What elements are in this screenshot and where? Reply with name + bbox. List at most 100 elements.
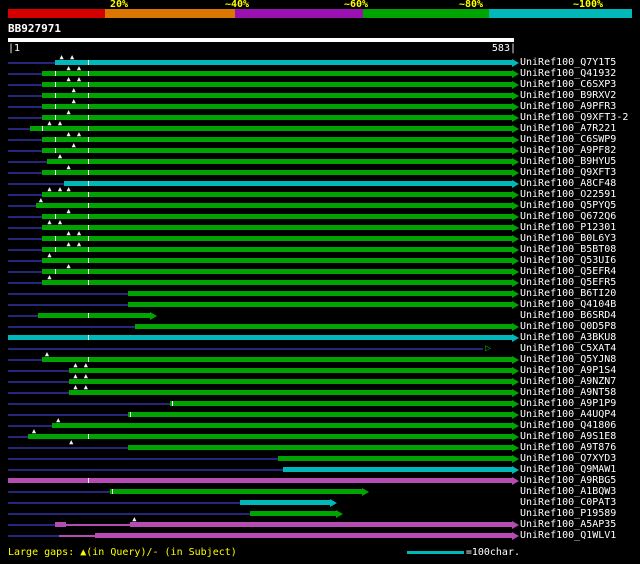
hit-label[interactable]: UniRef100_A9P1S4 [520, 366, 616, 376]
alignment-bar[interactable] [41, 93, 512, 98]
hit-label[interactable]: UniRef100_Q53UI6 [520, 256, 616, 266]
hit-label[interactable]: UniRef100_A1BQW3 [520, 487, 616, 497]
alignment-bar[interactable] [128, 302, 512, 307]
hit-label[interactable]: UniRef100_A9RBG5 [520, 476, 616, 486]
hit-label[interactable]: UniRef100_A3BKU8 [520, 333, 616, 343]
hit-label[interactable]: UniRef100_B9HYU5 [520, 157, 616, 167]
alignment-bar[interactable] [283, 467, 512, 472]
alignment-bar[interactable] [130, 522, 512, 527]
alignment-bar[interactable] [69, 368, 512, 373]
alignment-bar[interactable] [35, 203, 512, 208]
alignment-bar[interactable] [66, 523, 131, 526]
alignment-bar[interactable] [278, 456, 512, 461]
hit-label[interactable]: UniRef100_A9PFR3 [520, 102, 616, 112]
alignment-bar[interactable] [29, 126, 512, 131]
hit-label[interactable]: UniRef100_Q5EFR4 [520, 267, 616, 277]
alignment-bar[interactable] [41, 280, 512, 285]
hit-label[interactable]: UniRef100_A8CF48 [520, 179, 616, 189]
hit-label[interactable]: UniRef100_Q4104B [520, 300, 616, 310]
alignment-bar[interactable] [41, 214, 512, 219]
hit-label[interactable]: UniRef100_A7R221 [520, 124, 616, 134]
alignment-bar[interactable] [110, 489, 363, 494]
hit-label[interactable]: UniRef100_B5BT08 [520, 245, 616, 255]
hit-label[interactable]: UniRef100_C6SWP9 [520, 135, 616, 145]
alignment-bar[interactable] [69, 379, 512, 384]
hit-label[interactable]: UniRef100_Q5EFR5 [520, 278, 616, 288]
alignment-bar[interactable] [94, 533, 512, 538]
hit-label[interactable]: UniRef100_A9P1P9 [520, 399, 616, 409]
query-end-label: 583| [491, 43, 516, 54]
alignment-bar[interactable] [135, 324, 512, 329]
alignment-bar[interactable] [54, 522, 66, 527]
alignment-bar[interactable] [38, 313, 150, 318]
alignment-bar[interactable] [41, 104, 512, 109]
hit-label[interactable]: UniRef100_A9NZN7 [520, 377, 616, 387]
hit-label[interactable]: UniRef100_C0PAT3 [520, 498, 616, 508]
alignment-bar[interactable] [41, 269, 512, 274]
alignment-bar[interactable] [8, 478, 512, 483]
alignment-bar[interactable] [59, 534, 95, 537]
hit-label[interactable]: UniRef100_A5AP35 [520, 520, 616, 530]
hit-label[interactable]: UniRef100_C5XAT4 [520, 344, 616, 354]
alignment-bar[interactable] [27, 434, 512, 439]
hit-label[interactable]: UniRef100_C6SXP3 [520, 80, 616, 90]
alignment-bar[interactable] [54, 60, 512, 65]
hit-label[interactable]: UniRef100_Q0D5P8 [520, 322, 616, 332]
hit-label[interactable]: UniRef100_A9PF82 [520, 146, 616, 156]
hit-label[interactable]: UniRef100_P12301 [520, 223, 616, 233]
subject-flank-line [8, 270, 42, 273]
hit-row: UniRef100_Q4104B [0, 299, 640, 310]
hit-label[interactable]: UniRef100_P19589 [520, 509, 616, 519]
alignment-bar[interactable] [249, 511, 337, 516]
direction-arrow-icon [512, 355, 519, 364]
alignment-bar[interactable] [41, 225, 512, 230]
alignment-bar[interactable] [41, 170, 512, 175]
hit-label[interactable]: UniRef100_Q7XYD3 [520, 454, 616, 464]
hit-label[interactable]: UniRef100_B9RXV2 [520, 91, 616, 101]
alignment-bar[interactable] [41, 192, 512, 197]
alignment-bar[interactable] [69, 390, 512, 395]
alignment-bar[interactable] [41, 71, 512, 76]
alignment-bar[interactable] [41, 258, 512, 263]
alignment-bar[interactable] [41, 357, 512, 362]
direction-arrow-icon [512, 190, 519, 199]
hit-row: ▲ ▲ UniRef100_C6SWP9 [0, 131, 640, 145]
hit-label[interactable]: UniRef100_A9T876 [520, 443, 616, 453]
alignment-bar[interactable] [169, 401, 512, 406]
hit-label[interactable]: UniRef100_Q41806 [520, 421, 616, 431]
hit-label[interactable]: UniRef100_Q1WLV1 [520, 531, 616, 541]
hit-label[interactable]: UniRef100_B0L6Y3 [520, 234, 616, 244]
hit-label[interactable]: UniRef100_Q5PYQ5 [520, 201, 616, 211]
alignment-bar[interactable] [128, 291, 512, 296]
query-gap-marker: ▲ [76, 240, 82, 248]
hit-label[interactable]: UniRef100_A9NT58 [520, 388, 616, 398]
direction-arrow-icon [512, 91, 519, 100]
hit-label[interactable]: UniRef100_A9S1E8 [520, 432, 616, 442]
alignment-bar[interactable] [41, 148, 512, 153]
hit-label[interactable]: UniRef100_Q9XFT3 [520, 168, 616, 178]
alignment-bar[interactable] [41, 82, 512, 87]
hit-label[interactable]: UniRef100_Q7Y1T5 [520, 58, 616, 68]
hit-label[interactable]: UniRef100_Q5YJN8 [520, 355, 616, 365]
query-gap-marker: ▲ [66, 240, 71, 248]
alignment-bar[interactable] [41, 236, 512, 241]
alignment-bar[interactable] [46, 159, 512, 164]
hit-label[interactable]: UniRef100_A4UQP4 [520, 410, 616, 420]
alignment-bar[interactable] [128, 445, 512, 450]
alignment-bar[interactable] [41, 115, 512, 120]
hit-label[interactable]: UniRef100_Q41932 [520, 69, 616, 79]
alignment-bar[interactable] [64, 181, 512, 186]
alignment-bar[interactable] [8, 335, 512, 340]
alignment-bar[interactable] [41, 247, 512, 252]
alignment-bar[interactable] [240, 500, 331, 505]
hit-label[interactable]: UniRef100_O22591 [520, 190, 616, 200]
hit-row: UniRef100_B6SRD4 [0, 310, 640, 321]
alignment-bar[interactable] [41, 137, 512, 142]
hit-label[interactable]: UniRef100_B6TI20 [520, 289, 616, 299]
alignment-bar[interactable] [128, 412, 512, 417]
alignment-bar[interactable] [52, 423, 512, 428]
hit-label[interactable]: UniRef100_Q672Q6 [520, 212, 616, 222]
hit-label[interactable]: UniRef100_Q9MAW1 [520, 465, 616, 475]
hit-label[interactable]: UniRef100_Q9XFT3-2 [520, 113, 628, 123]
hit-label[interactable]: UniRef100_B6SRD4 [520, 311, 616, 321]
